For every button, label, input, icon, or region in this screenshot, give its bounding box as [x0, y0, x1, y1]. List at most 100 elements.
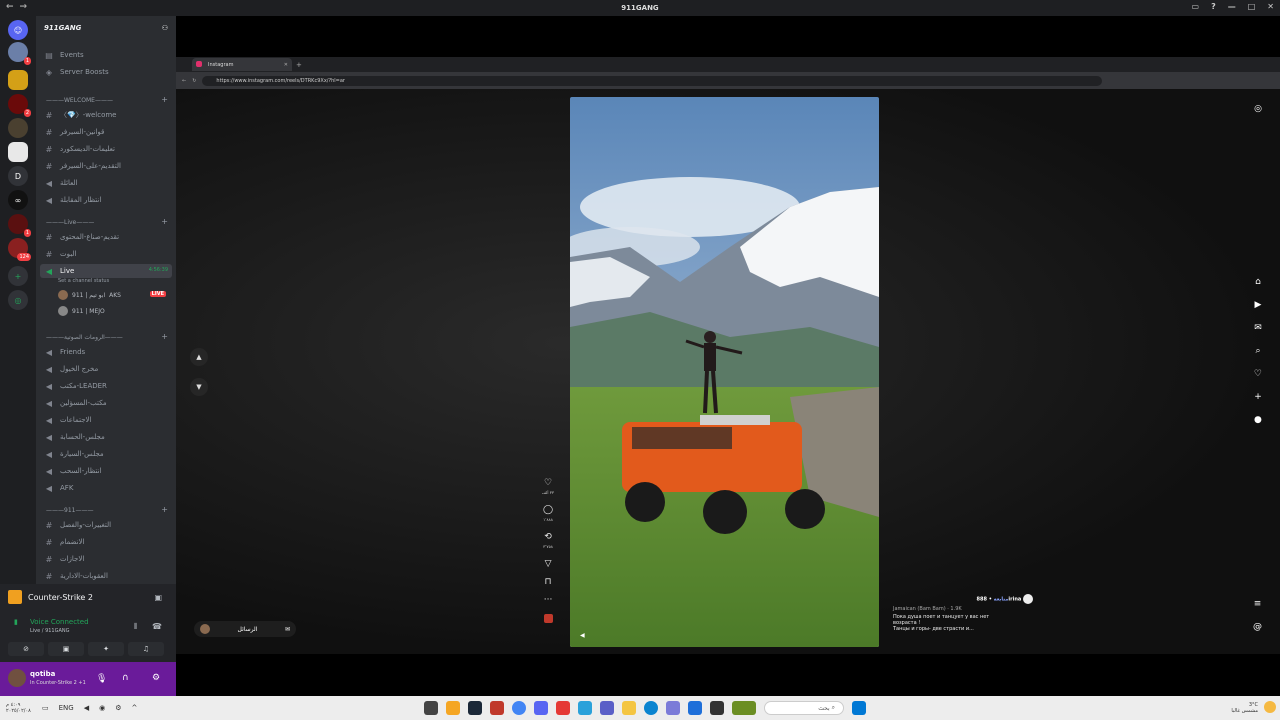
voice-channel-item[interactable]: ◀ مجلس-السيارة	[44, 447, 104, 461]
app-icon[interactable]	[490, 701, 504, 715]
screen-share-button[interactable]: ▣	[48, 642, 84, 656]
app-icon[interactable]	[600, 701, 614, 715]
search-icon[interactable]: ⌕	[1255, 346, 1260, 356]
server-header[interactable]: 911GANG ⚇	[36, 16, 176, 40]
weather-widget[interactable]: 3°C مشمس غالبا	[1231, 702, 1258, 714]
server-icon[interactable]: ∞	[8, 190, 28, 210]
voice-channel-item[interactable]: ◀ Friends	[44, 345, 85, 359]
add-channel-icon[interactable]: +	[161, 332, 168, 341]
forward-icon[interactable]: →	[20, 2, 28, 12]
close-icon[interactable]: ✕	[1267, 2, 1274, 11]
repost-button[interactable]: ⟲ ٣٬٧٥٨	[543, 533, 553, 551]
server-icon[interactable]	[8, 70, 28, 90]
soundboard-button[interactable]: ♫	[128, 642, 164, 656]
app-icon[interactable]	[424, 701, 438, 715]
telegram-icon[interactable]	[578, 701, 592, 715]
share-button[interactable]: ▽	[545, 560, 552, 569]
notification-icon[interactable]: ▭	[42, 704, 49, 712]
mute-icon[interactable]: ◀︎	[580, 632, 585, 639]
screen-share-icon[interactable]: ▣	[154, 593, 162, 602]
threads-icon[interactable]: @	[1253, 622, 1262, 632]
home-icon[interactable]: ☺	[8, 20, 28, 40]
server-icon[interactable]	[8, 118, 28, 138]
file-explorer-icon[interactable]	[622, 701, 636, 715]
channel-status[interactable]: Set a channel status	[58, 278, 109, 284]
category-welcome[interactable]: ———WELCOME———	[46, 97, 113, 104]
browser-tab[interactable]: Instagram ✕	[192, 58, 292, 71]
channel-item[interactable]: # التغييرات-والفصل	[44, 518, 111, 532]
network-icon[interactable]: ◉	[99, 704, 105, 712]
clock[interactable]: ٤:٠٩ م ٢٠٢٥/٠٢/٠٨	[6, 702, 31, 714]
prev-reel-button[interactable]: ▲	[190, 348, 208, 366]
voice-channel-item[interactable]: ◀ AFK	[44, 481, 73, 495]
volume-icon[interactable]: ◀	[84, 704, 89, 712]
help-icon[interactable]: ?	[1211, 2, 1216, 11]
voice-channel-item[interactable]: ◀ الاجتماعات	[44, 413, 92, 427]
address-bar[interactable]: https://www.instagram.com/reels/DTRKc9Xx…	[202, 75, 1103, 86]
channel-item[interactable]: # العقوبات-الادارية	[44, 569, 108, 583]
user-name[interactable]: qotiba	[30, 670, 55, 678]
settings-icon[interactable]: ⚙	[115, 704, 121, 712]
close-tab-icon[interactable]: ✕	[284, 62, 288, 68]
avatar[interactable]	[8, 669, 26, 687]
chrome-icon[interactable]	[512, 701, 526, 715]
invite-icon[interactable]: ⚇	[162, 24, 168, 32]
server-icon[interactable]: D	[8, 166, 28, 186]
start-icon[interactable]	[852, 701, 866, 715]
avatar[interactable]	[1023, 594, 1033, 604]
reload-icon[interactable]: ↻	[192, 78, 196, 84]
microphone-icon[interactable]: 🎙︎	[96, 674, 107, 684]
events-item[interactable]: ▤ Events	[44, 48, 83, 62]
channel-item[interactable]: # التقديم-على-السيرفر	[44, 159, 121, 173]
voice-user[interactable]: 911 | ابو تيم AKS	[58, 290, 121, 300]
app-icon[interactable]	[710, 701, 724, 715]
youtube-icon[interactable]	[556, 701, 570, 715]
messages-icon[interactable]: ✉	[1254, 323, 1262, 333]
audio-label[interactable]: Jamaican (Bam Bam) · 1.9K	[893, 606, 1033, 612]
server-icon[interactable]: 124	[8, 238, 31, 261]
channel-item[interactable]: # الاجازات	[44, 552, 85, 566]
app-icon[interactable]	[446, 701, 460, 715]
comment-button[interactable]: ◯ ١٬٨٨٨	[543, 506, 553, 524]
live-channel-label[interactable]: ◀ Live	[44, 264, 74, 278]
reel-video[interactable]: ◀︎	[570, 97, 879, 647]
save-button[interactable]: ⊓	[545, 578, 552, 587]
audio-button[interactable]	[543, 614, 553, 623]
category-voice[interactable]: ———الرومات الصوتية———	[46, 334, 123, 341]
app-icon[interactable]	[666, 701, 680, 715]
channel-item[interactable]: # قوانين-السيرفر	[44, 125, 105, 139]
inbox-icon[interactable]: ▭	[1192, 2, 1200, 11]
reels-icon[interactable]: ▶	[1255, 300, 1262, 310]
voice-channel-item[interactable]: ◀ مخرج الخيول	[44, 362, 98, 376]
widgets-icon[interactable]	[732, 701, 756, 715]
voice-channel-item[interactable]: ◀ مكتب-المسؤلين	[44, 396, 107, 410]
language-indicator[interactable]: ENG	[59, 704, 74, 712]
search-box[interactable]: بحث ⌕	[764, 701, 844, 715]
category-live[interactable]: ———Live———	[46, 219, 94, 226]
nav-arrows[interactable]: ← →	[6, 2, 27, 12]
notifications-icon[interactable]: ♡	[1254, 369, 1262, 379]
instagram-logo-icon[interactable]: ◎	[1254, 104, 1262, 114]
new-tab-icon[interactable]: +	[296, 61, 302, 69]
channel-item[interactable]: # البوت	[44, 247, 77, 261]
settings-icon[interactable]: ⚙	[152, 673, 160, 683]
voice-channel-item[interactable]: ◀ انتظار المقابلة	[44, 193, 101, 207]
discover-icon[interactable]: ◎	[8, 290, 28, 310]
add-channel-icon[interactable]: +	[161, 95, 168, 104]
add-server-icon[interactable]: +	[8, 266, 28, 286]
headphones-icon[interactable]: ∩	[122, 673, 129, 683]
profile-icon[interactable]: ●	[1254, 415, 1262, 425]
activity-row[interactable]: Counter-Strike 2	[8, 590, 93, 604]
minimize-icon[interactable]: —	[1228, 2, 1236, 11]
store-icon[interactable]	[688, 701, 702, 715]
disconnect-icon[interactable]: ☎	[152, 622, 162, 631]
discord-icon[interactable]	[534, 701, 548, 715]
edge-icon[interactable]	[644, 701, 658, 715]
messages-pill[interactable]: الرسائل ✉	[194, 621, 296, 637]
channel-item[interactable]: # الانضمام	[44, 535, 85, 549]
home-icon[interactable]: ⌂	[1255, 277, 1261, 287]
channel-item[interactable]: # 〈💎〉-welcome	[44, 108, 117, 122]
server-icon[interactable]: 1	[8, 214, 31, 237]
create-icon[interactable]: +	[1254, 392, 1262, 402]
chevron-up-icon[interactable]: ^	[132, 704, 138, 712]
